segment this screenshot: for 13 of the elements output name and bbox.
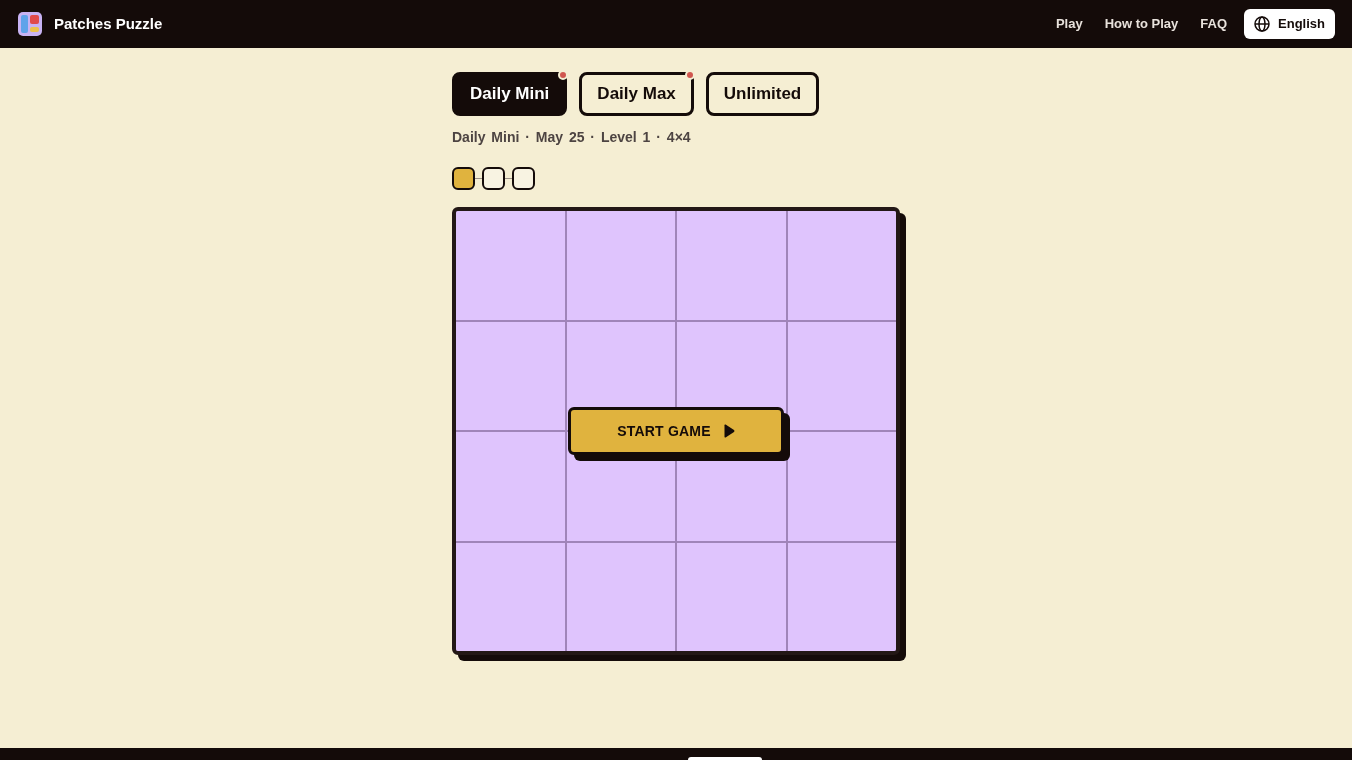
mode-tab[interactable]: Daily Mini [452, 72, 568, 116]
mode-tab[interactable]: Unlimited [705, 72, 820, 116]
nav-link[interactable]: How to Play [1104, 14, 1179, 34]
puzzle-info: Daily Mini · May 25 · Level 1 · 4×4 [452, 128, 691, 146]
mode-tab[interactable]: Daily Max [579, 72, 694, 116]
site-title[interactable]: Patches Puzzle [54, 12, 163, 36]
language-button[interactable]: English [1244, 9, 1335, 39]
nav-link[interactable]: FAQ [1200, 14, 1228, 34]
globe-icon [1254, 16, 1271, 32]
play-icon [722, 424, 735, 438]
nav-link[interactable]: Play [1055, 14, 1083, 34]
footer-handle[interactable] [688, 757, 762, 760]
logo-icon[interactable] [18, 12, 42, 36]
